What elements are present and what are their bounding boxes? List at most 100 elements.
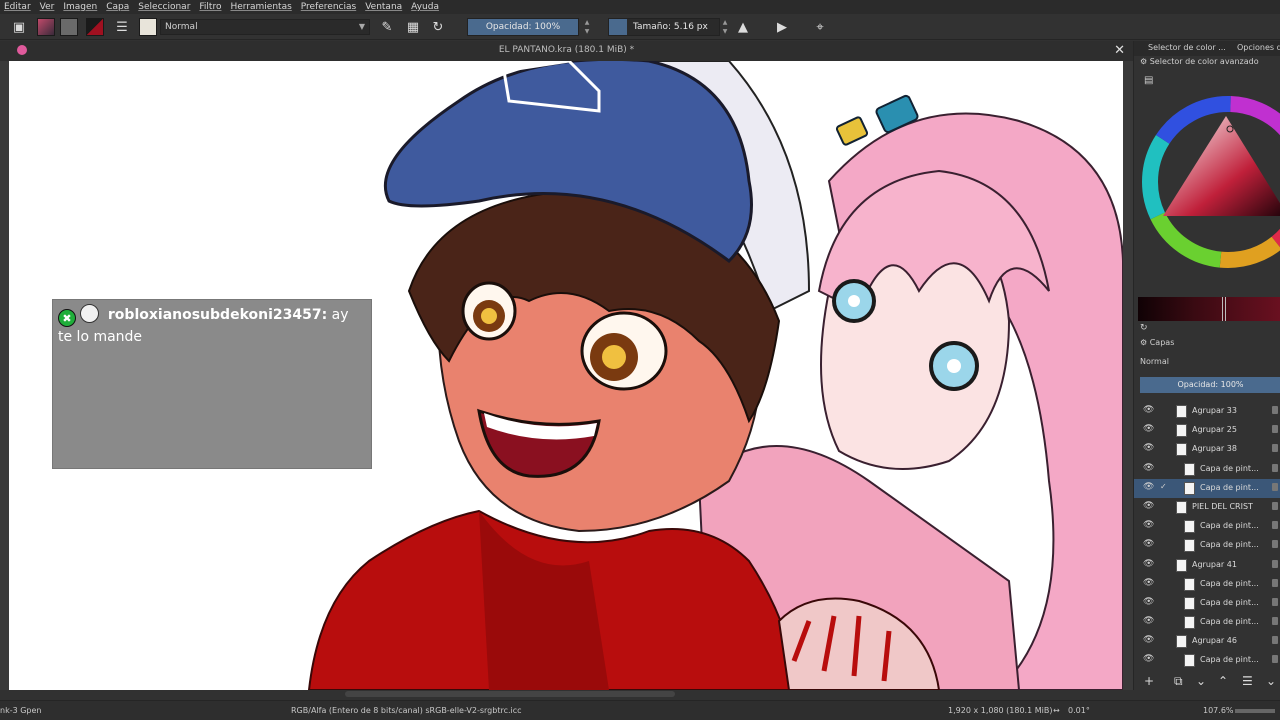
menu-imagen[interactable]: Imagen: [63, 2, 97, 12]
size-spinner[interactable]: ▲ ▼: [720, 18, 730, 36]
opacity-spinner[interactable]: ▲ ▼: [582, 18, 592, 36]
tab-tool-options[interactable]: Opciones de: [1237, 43, 1280, 52]
menu-capa[interactable]: Capa: [106, 2, 129, 12]
menu-ventana[interactable]: Ventana: [365, 2, 402, 12]
lock-icon[interactable]: [1272, 406, 1278, 414]
eye-icon[interactable]: 👁: [1143, 539, 1154, 549]
eye-icon[interactable]: 👁: [1143, 482, 1154, 492]
layer-row[interactable]: 👁 Capa de pint...: [1134, 594, 1280, 613]
layer-thumbnail: [1184, 596, 1195, 610]
add-layer-icon[interactable]: +: [1144, 674, 1154, 688]
mirror-horizontal-icon[interactable]: ▲: [734, 18, 752, 36]
lock-icon[interactable]: [1272, 655, 1278, 664]
fg-bg-color-swatch[interactable]: [86, 18, 104, 36]
color-wheel-graphic: [1142, 96, 1280, 268]
lock-icon[interactable]: [1272, 636, 1278, 645]
mirror-vertical-icon[interactable]: ▶: [773, 18, 791, 36]
layer-row[interactable]: 👁 PIEL DEL CRIST: [1134, 498, 1280, 517]
eraser-icon[interactable]: ✎: [378, 18, 396, 36]
eye-icon[interactable]: 👁: [1143, 405, 1154, 415]
lock-icon[interactable]: [1272, 521, 1278, 530]
chevron-down-icon[interactable]: ⌄: [1266, 674, 1276, 688]
layer-row[interactable]: 👁 Capa de pint...: [1134, 651, 1280, 670]
refresh-icon[interactable]: ↻: [1140, 323, 1148, 333]
lock-icon[interactable]: [1272, 559, 1278, 568]
brush-preset-icon[interactable]: [139, 18, 157, 36]
status-color-space[interactable]: RGB/Alfa (Entero de 8 bits/canal) sRGB-e…: [291, 706, 522, 715]
eye-icon[interactable]: 👁: [1143, 654, 1154, 664]
layers-opacity-slider[interactable]: Opacidad: 100%: [1140, 377, 1280, 393]
menu-editar[interactable]: Editar: [4, 2, 31, 12]
menu-seleccionar[interactable]: Seleccionar: [138, 2, 190, 12]
pattern-swatch[interactable]: [60, 18, 78, 36]
lock-icon[interactable]: [1272, 444, 1278, 453]
layer-row[interactable]: 👁 Capa de pint...: [1134, 536, 1280, 555]
blend-mode-select[interactable]: Normal ▼: [160, 19, 370, 35]
brush-settings-icon[interactable]: ☰: [113, 18, 131, 36]
save-icon[interactable]: ▣: [10, 18, 28, 36]
duplicate-layer-icon[interactable]: ⧉: [1174, 674, 1183, 689]
lock-icon[interactable]: [1272, 540, 1278, 549]
lock-icon[interactable]: [1272, 482, 1278, 491]
size-slider[interactable]: Tamaño: 5.16 px: [608, 18, 720, 36]
tab-color-selector[interactable]: Selector de color ...: [1148, 43, 1226, 52]
drawing-canvas[interactable]: ✖ robloxianosubdekoni23457: ay te lo man…: [9, 61, 1123, 690]
zoom-slider[interactable]: [1235, 709, 1275, 713]
color-history-bar[interactable]: [1138, 297, 1280, 321]
layer-row[interactable]: 👁 Agrupar 25: [1134, 421, 1280, 440]
layer-thumbnail: [1184, 654, 1195, 668]
layer-row[interactable]: 👁 Capa de pint...: [1134, 575, 1280, 594]
reset-icon[interactable]: ↻: [429, 18, 447, 36]
status-zoom[interactable]: 107.6%: [1203, 706, 1234, 715]
eye-icon[interactable]: 👁: [1143, 597, 1154, 607]
color-marker[interactable]: [1222, 297, 1226, 321]
menu-ayuda[interactable]: Ayuda: [411, 2, 439, 12]
layer-row[interactable]: 👁 Capa de pint...: [1134, 460, 1280, 479]
alpha-lock-icon[interactable]: ▦: [404, 18, 422, 36]
layer-row[interactable]: 👁 Agrupar 41: [1134, 556, 1280, 575]
eye-icon[interactable]: 👁: [1143, 559, 1154, 569]
lock-icon[interactable]: [1272, 501, 1278, 510]
lock-icon[interactable]: [1272, 425, 1278, 434]
wrap-around-icon[interactable]: ⌖: [811, 18, 829, 36]
layer-thumbnail: [1176, 443, 1187, 457]
lock-icon[interactable]: [1272, 463, 1278, 472]
document-title[interactable]: EL PANTANO.kra (180.1 MiB) *: [0, 45, 1133, 55]
opacity-slider[interactable]: Opacidad: 100%: [467, 18, 579, 36]
color-wheel[interactable]: [1138, 76, 1280, 301]
lock-icon[interactable]: [1272, 597, 1278, 606]
rotation-icon[interactable]: ↔: [1053, 706, 1060, 715]
layers-blend-mode[interactable]: Normal: [1140, 357, 1280, 371]
layer-properties-icon[interactable]: ☰: [1242, 674, 1253, 688]
lock-icon[interactable]: [1272, 617, 1278, 626]
menu-preferencias[interactable]: Preferencias: [301, 2, 356, 12]
canvas-area[interactable]: ✖ robloxianosubdekoni23457: ay te lo man…: [0, 61, 1133, 690]
settings-icon[interactable]: ⚙: [1140, 338, 1147, 347]
eye-icon[interactable]: 👁: [1143, 443, 1154, 453]
eye-icon[interactable]: 👁: [1143, 501, 1154, 511]
eye-icon[interactable]: 👁: [1143, 635, 1154, 645]
eye-icon[interactable]: 👁: [1143, 463, 1154, 473]
layer-thumbnail: [1176, 635, 1187, 649]
settings-icon[interactable]: ⚙: [1140, 57, 1147, 66]
layer-row[interactable]: 👁 Agrupar 46: [1134, 632, 1280, 651]
move-down-icon[interactable]: ⌄: [1196, 674, 1206, 688]
layer-row[interactable]: 👁 Agrupar 38: [1134, 440, 1280, 459]
layer-row[interactable]: 👁 ✓ Capa de pint...: [1134, 478, 1280, 498]
eye-icon[interactable]: 👁: [1143, 520, 1154, 530]
menu-ver[interactable]: Ver: [40, 2, 55, 12]
move-up-icon[interactable]: ⌃: [1218, 674, 1228, 688]
close-icon[interactable]: ✕: [1114, 43, 1125, 58]
layer-row[interactable]: 👁 Capa de pint...: [1134, 517, 1280, 536]
menu-herramientas[interactable]: Herramientas: [230, 2, 291, 12]
eye-icon[interactable]: 👁: [1143, 424, 1154, 434]
gradient-swatch[interactable]: [37, 18, 55, 36]
status-rotation[interactable]: 0.01°: [1068, 706, 1090, 715]
layer-row[interactable]: 👁 Capa de pint...: [1134, 613, 1280, 632]
menu-filtro[interactable]: Filtro: [199, 2, 221, 12]
lock-icon[interactable]: [1272, 578, 1278, 587]
eye-icon[interactable]: 👁: [1143, 616, 1154, 626]
horizontal-scrollbar[interactable]: [345, 691, 675, 697]
layer-row[interactable]: 👁 Agrupar 33: [1134, 402, 1280, 421]
eye-icon[interactable]: 👁: [1143, 578, 1154, 588]
